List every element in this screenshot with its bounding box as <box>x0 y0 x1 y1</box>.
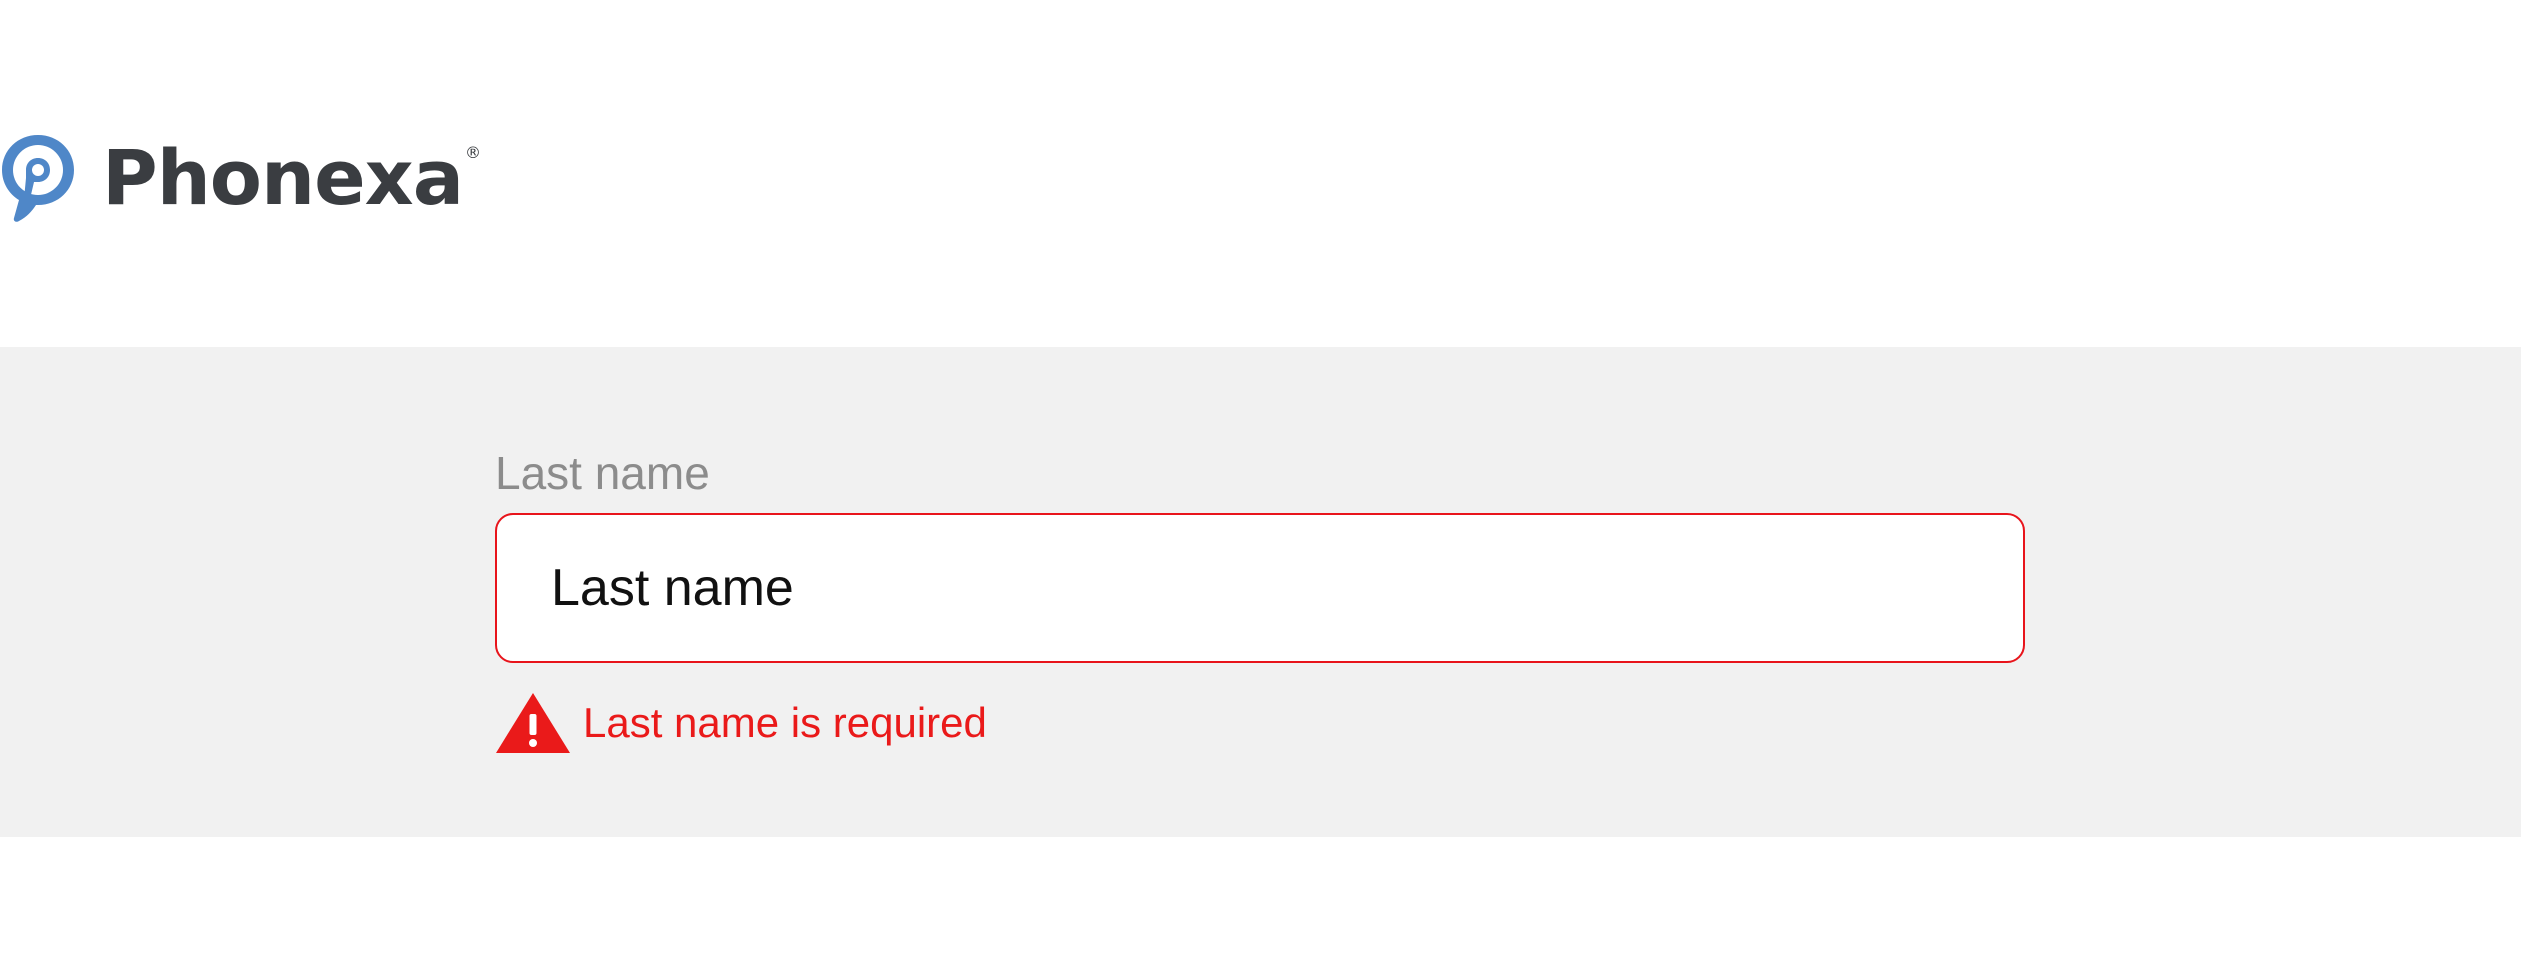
last-name-input[interactable] <box>495 513 2025 663</box>
brand-name: Phonexa ® <box>102 133 481 222</box>
last-name-error-text: Last name is required <box>583 699 987 746</box>
warning-triangle-icon <box>496 693 570 753</box>
last-name-error: Last name is required <box>495 692 987 754</box>
page-header: Phonexa ® <box>0 0 2521 347</box>
registered-mark: ® <box>464 143 481 162</box>
brand-logo[interactable]: Phonexa ® <box>0 133 481 223</box>
chat-bubble-p-icon <box>2 135 74 222</box>
form-panel: Last name Last name is required <box>0 347 2521 837</box>
last-name-label: Last name <box>495 447 710 499</box>
